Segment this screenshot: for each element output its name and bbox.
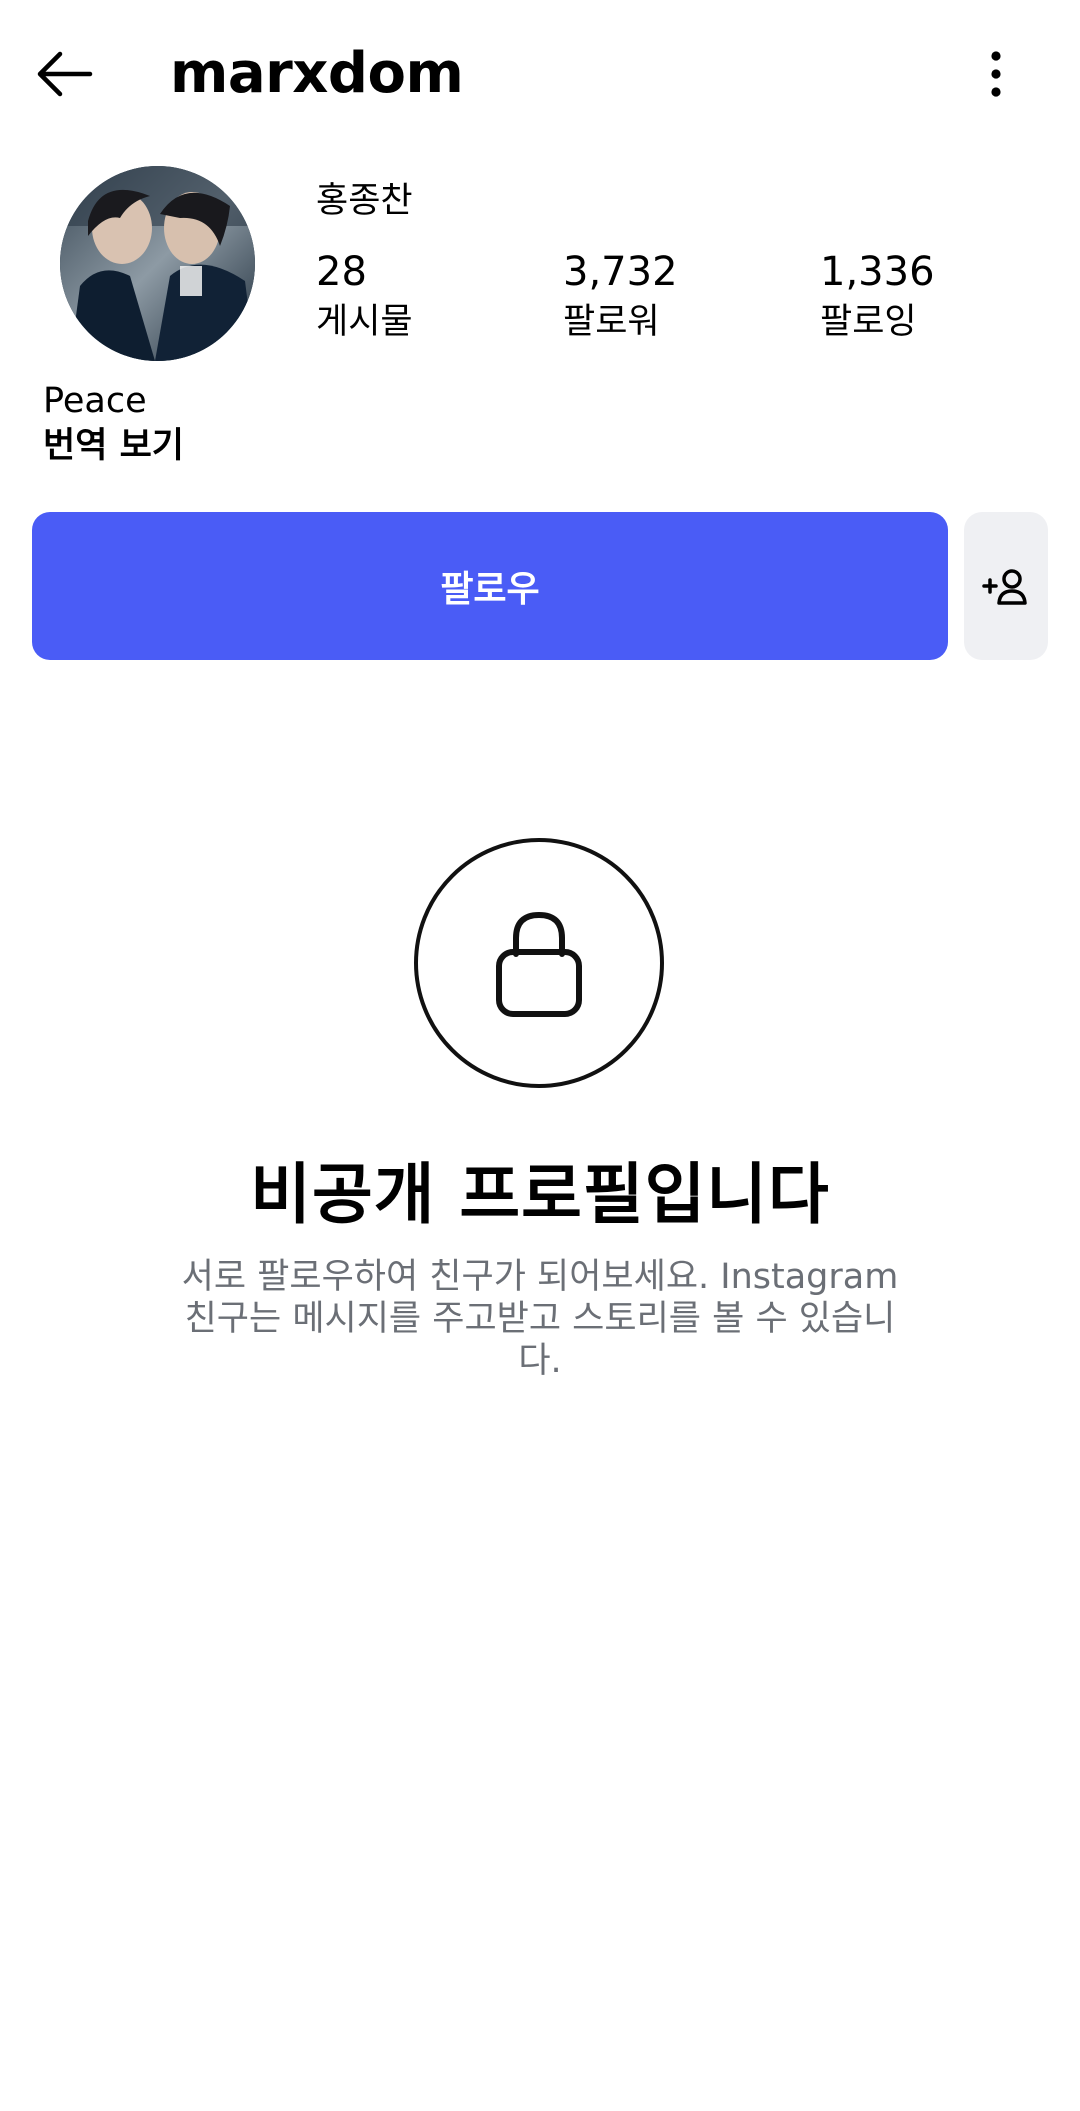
add-person-icon: [982, 569, 1027, 605]
posts-count[interactable]: 28 게시물: [316, 246, 413, 346]
private-profile-description: 서로 팔로우하여 친구가 되어보세요. Instagram 친구는 메시지를 주…: [181, 1257, 899, 1381]
profile-full-name: 홍종찬: [316, 181, 413, 221]
profile-username: marxdom: [170, 41, 464, 106]
followers-count[interactable]: 3,732 팔로워: [563, 246, 678, 346]
lock-badge: [414, 838, 664, 1088]
profile-bio: Peace: [43, 381, 147, 421]
translate-link[interactable]: 번역 보기: [43, 422, 184, 470]
stat-label: 팔로워: [563, 302, 660, 342]
stat-number: 3,732: [563, 249, 678, 295]
profile-photo: [60, 166, 255, 361]
stat-number: 1,336: [820, 249, 935, 295]
following-count[interactable]: 1,336 팔로잉: [820, 246, 935, 346]
stat-number: 28: [316, 249, 367, 295]
stat-label: 팔로잉: [820, 302, 917, 342]
private-profile-title: 비공개 프로필입니다: [250, 1156, 830, 1233]
arrow-left-icon: [37, 51, 93, 97]
stat-label: 게시물: [316, 302, 413, 342]
more-options-button[interactable]: [960, 30, 1032, 118]
suggested-users-button[interactable]: [964, 512, 1048, 660]
lock-icon: [496, 911, 582, 1017]
follow-button[interactable]: 팔로우: [32, 512, 948, 660]
more-vertical-icon: [991, 51, 1001, 97]
back-button[interactable]: [18, 30, 110, 118]
avatar[interactable]: [60, 166, 255, 361]
